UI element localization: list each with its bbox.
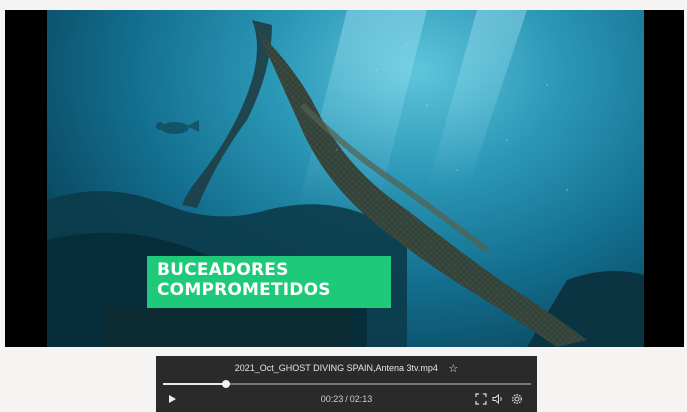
fullscreen-icon[interactable] xyxy=(475,393,487,405)
duration: 02:13 xyxy=(349,394,373,404)
volume-icon[interactable] xyxy=(492,393,504,405)
progress-handle[interactable] xyxy=(221,380,230,388)
progress-bar[interactable] xyxy=(163,380,531,388)
file-name: 2021_Oct_GHOST DIVING SPAIN,Antena 3tv.m… xyxy=(234,363,438,373)
fishing-net-strand xyxy=(182,20,272,208)
player-controls: 00:23/02:13 xyxy=(156,392,537,408)
progress-fill xyxy=(163,383,226,385)
settings-icon[interactable] xyxy=(511,393,523,405)
current-time: 00:23 xyxy=(320,394,344,404)
diver xyxy=(156,120,199,134)
caption-shadow xyxy=(105,308,349,347)
page: BUCEADORES COMPROMETIDOS 2021_Oct_GHOST … xyxy=(0,0,687,412)
caption-line-2: COMPROMETIDOS xyxy=(157,280,331,300)
caption-banner: BUCEADORES COMPROMETIDOS xyxy=(147,256,391,308)
star-icon[interactable]: ☆ xyxy=(448,363,458,375)
filename-row: 2021_Oct_GHOST DIVING SPAIN,Antena 3tv.m… xyxy=(156,362,537,375)
caption-line-1: BUCEADORES xyxy=(157,260,289,280)
video-frame[interactable]: BUCEADORES COMPROMETIDOS xyxy=(5,10,684,347)
video-viewport[interactable]: BUCEADORES COMPROMETIDOS xyxy=(47,10,644,347)
media-player-bar: 2021_Oct_GHOST DIVING SPAIN,Antena 3tv.m… xyxy=(156,356,537,412)
light-ray xyxy=(427,10,527,190)
